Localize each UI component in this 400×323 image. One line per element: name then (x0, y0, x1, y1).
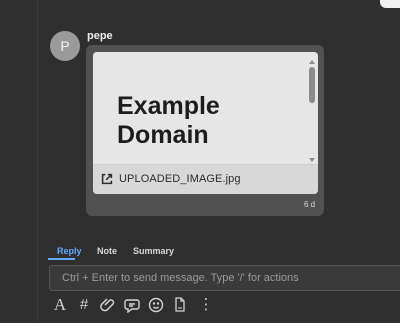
left-rail (0, 0, 38, 323)
external-link-icon[interactable] (100, 172, 114, 186)
attachment-file-name[interactable]: UPLOADED_IMAGE.jpg (119, 173, 241, 185)
chat-app: P pepe Example Domain UPLOADED_IMAGE.jpg… (0, 0, 400, 323)
tab-note[interactable]: Note (97, 246, 117, 256)
text-format-icon[interactable]: A (52, 295, 68, 314)
scroll-thumb[interactable] (309, 67, 315, 103)
text-format-label: A (53, 295, 67, 314)
hashtag-label: # (79, 296, 89, 313)
pdf-icon[interactable] (172, 297, 188, 313)
scroll-up-arrow-icon[interactable] (309, 60, 315, 64)
hashtag-icon[interactable]: # (76, 297, 92, 313)
message-timestamp: 6 d (304, 200, 316, 209)
active-tab-indicator (48, 258, 75, 260)
more-icon[interactable]: ⋮ (198, 297, 214, 313)
tab-summary[interactable]: Summary (133, 246, 174, 256)
author-name: pepe (87, 30, 113, 42)
message-composer[interactable]: Ctrl + Enter to send message. Type '/' f… (49, 265, 400, 291)
attachment-file-row[interactable]: UPLOADED_IMAGE.jpg (93, 164, 318, 194)
more-label: ⋮ (198, 296, 214, 313)
tab-reply[interactable]: Reply (57, 246, 82, 256)
avatar: P (50, 31, 80, 61)
preview-title: Example Domain (117, 92, 220, 149)
chat-icon[interactable] (124, 297, 140, 313)
emoji-icon[interactable] (148, 297, 164, 313)
image-preview[interactable]: Example Domain (93, 52, 318, 164)
top-chip[interactable] (380, 0, 400, 8)
preview-scrollbar[interactable] (308, 60, 316, 162)
scroll-down-arrow-icon[interactable] (309, 158, 315, 162)
image-attachment-card[interactable]: Example Domain UPLOADED_IMAGE.jpg (93, 52, 318, 194)
composer-toolbar: A # ⋮ (52, 295, 222, 315)
paperclip-icon[interactable] (100, 297, 116, 313)
